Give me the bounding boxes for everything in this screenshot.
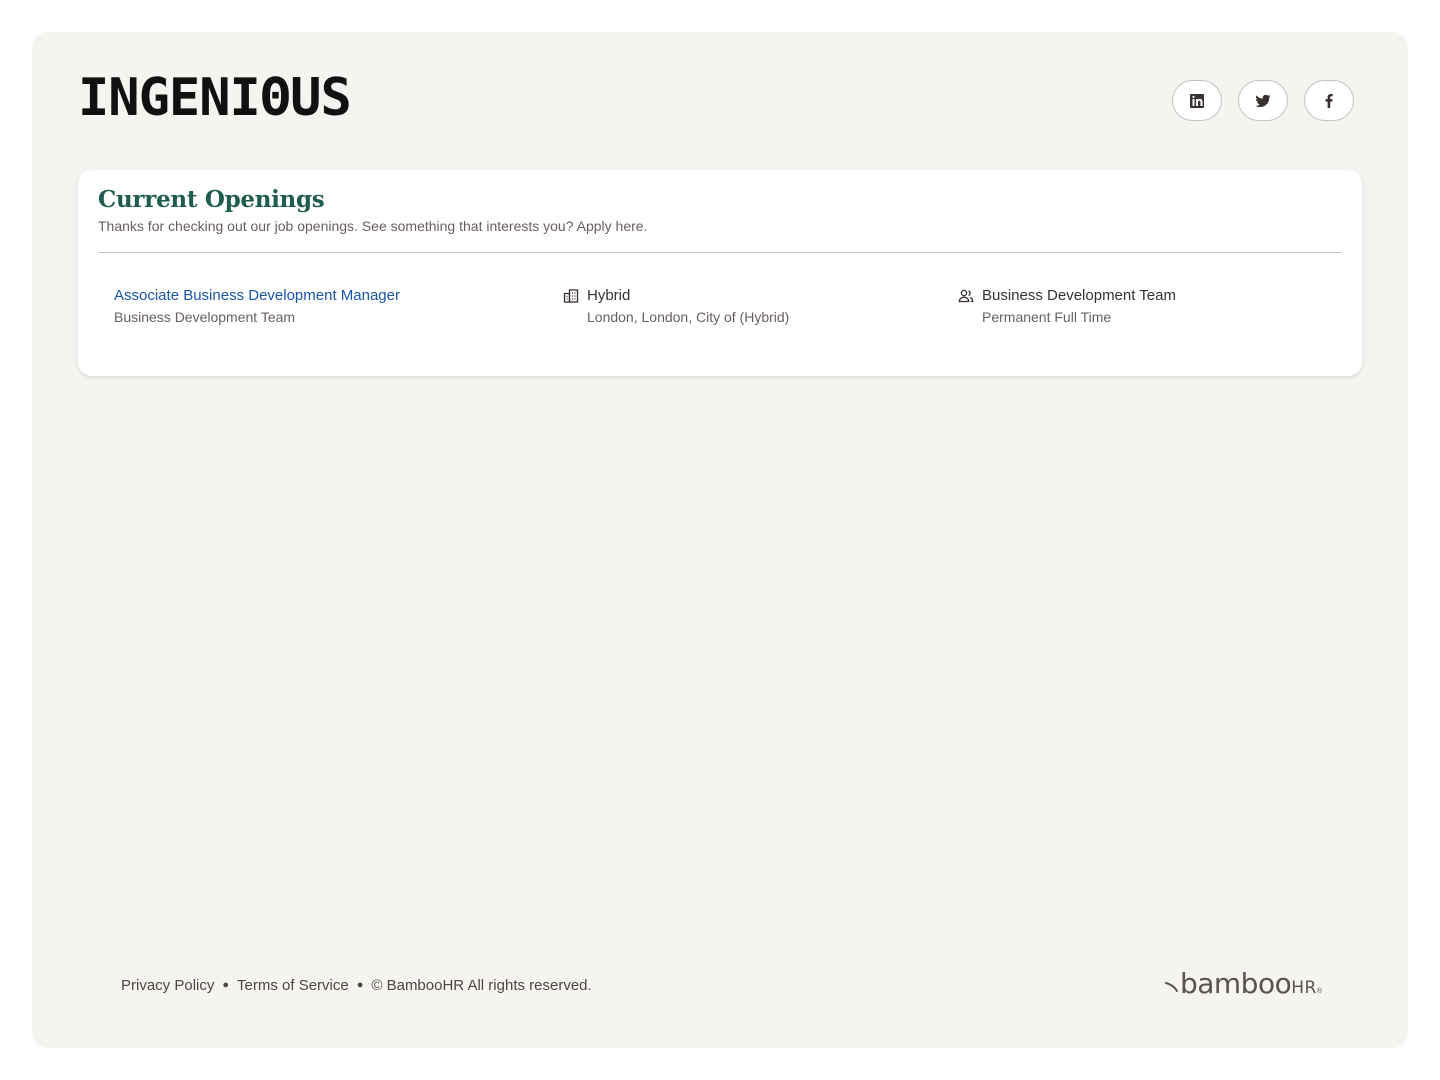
registered-mark: ® xyxy=(1316,988,1322,995)
bamboo-leaf-icon xyxy=(1164,982,1178,992)
job-employment-type: Permanent Full Time xyxy=(982,309,1112,325)
separator-dot: ● xyxy=(356,979,364,991)
job-team-column: Business Development Team Permanent Full… xyxy=(958,286,1176,327)
footer: Privacy Policy ● Terms of Service ● © Ba… xyxy=(121,970,1321,1000)
separator-dot: ● xyxy=(222,979,230,991)
job-department: Business Development Team xyxy=(114,309,296,325)
job-location: London, London, City of (Hybrid) xyxy=(587,309,790,325)
page-frame: INGENIΘUS Current Openings Thanks for ch… xyxy=(32,32,1408,1048)
terms-of-service-link[interactable]: Terms of Service xyxy=(237,977,349,994)
copyright-text: © BambooHR All rights reserved. xyxy=(371,976,592,994)
facebook-button[interactable] xyxy=(1304,80,1354,121)
facebook-icon xyxy=(1325,93,1333,108)
social-links xyxy=(1172,80,1354,121)
bamboohr-wordmark: bamboo xyxy=(1179,967,1292,1000)
privacy-policy-link[interactable]: Privacy Policy xyxy=(121,977,214,994)
building-icon xyxy=(563,289,579,303)
job-location-column: Hybrid London, London, City of (Hybrid) xyxy=(563,286,789,327)
bamboohr-hr: HR xyxy=(1291,978,1317,998)
bamboohr-logo[interactable]: bamboo HR ® xyxy=(1164,967,1322,1000)
job-title-column: Associate Business Development Manager B… xyxy=(114,286,400,327)
openings-subtitle: Thanks for checking out our job openings… xyxy=(98,218,648,234)
job-row: Associate Business Development Manager B… xyxy=(98,274,1342,330)
linkedin-icon xyxy=(1190,93,1204,108)
linkedin-button[interactable] xyxy=(1172,80,1222,121)
job-title-link[interactable]: Associate Business Development Manager xyxy=(114,286,400,306)
divider xyxy=(98,252,1342,253)
header: INGENIΘUS xyxy=(78,68,1354,132)
people-icon xyxy=(958,289,974,303)
openings-title: Current Openings xyxy=(98,186,325,213)
company-logo[interactable]: INGENIΘUS xyxy=(78,68,352,128)
twitter-button[interactable] xyxy=(1238,80,1288,121)
job-location-type: Hybrid xyxy=(587,287,631,304)
twitter-icon xyxy=(1255,94,1271,107)
openings-card: Current Openings Thanks for checking out… xyxy=(78,170,1362,376)
job-team: Business Development Team xyxy=(982,287,1176,304)
